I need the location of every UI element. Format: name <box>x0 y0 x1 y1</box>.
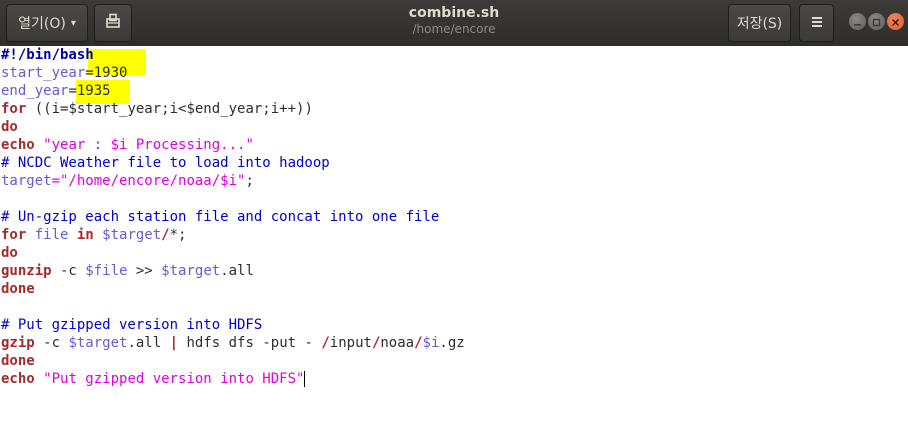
minimize-button[interactable] <box>849 13 866 30</box>
keyword: echo <box>1 137 35 153</box>
keyword: echo <box>1 371 35 387</box>
menu-button[interactable] <box>799 4 834 42</box>
text: .all <box>127 335 170 351</box>
code-line-7: # NCDC Weather file to load into hadoop <box>0 154 465 172</box>
string: ="/home/encore/noaa/$i" <box>51 173 246 189</box>
pin-button[interactable] <box>94 4 132 42</box>
loop-expression: ((i=$start_year;i<$end_year;i++)) <box>26 101 313 117</box>
assignment: =1930 <box>85 65 128 81</box>
variable: $target <box>93 227 162 243</box>
code-line-16: # Put gzipped version into HDFS <box>0 316 465 334</box>
text: input <box>329 335 372 351</box>
code-line-13: gunzip -c $file >> $target.all <box>0 262 465 280</box>
shebang: #!/bin/bash <box>1 47 94 63</box>
open-button-label: 열기(O) <box>18 16 66 32</box>
code-line-3: end_year=1935 <box>0 82 465 100</box>
keyword: in <box>76 227 94 243</box>
window-title-area: combine.sh /home/encore <box>300 5 608 37</box>
title-bar: 열기(O) ▾ combine.sh /home/encore 저장(S) <box>0 0 908 46</box>
code-line-19: echo "Put gzipped version into HDFS" <box>0 370 465 388</box>
variable: start_year <box>1 65 86 81</box>
string: "Put gzipped version into HDFS" <box>43 371 305 387</box>
keyword: gunzip <box>1 263 52 279</box>
path-separator: / <box>321 335 330 351</box>
semicolon: ; <box>245 173 254 189</box>
code-line-10: # Un-gzip each station file and concat i… <box>0 208 465 226</box>
text: .all <box>220 263 254 279</box>
code-line-17: gzip -c $target.all | hdfs dfs -put - /i… <box>0 334 465 352</box>
pipe: | <box>169 335 179 351</box>
variable: end_year <box>1 83 69 99</box>
text: >> <box>127 263 162 279</box>
comment: # NCDC Weather file to load into hadoop <box>1 155 330 171</box>
code-content: #!/bin/bash start_year=1930 end_year=193… <box>0 46 465 388</box>
string: "year : $i Processing..." <box>43 137 254 153</box>
code-line-8: target="/home/encore/noaa/$i"; <box>0 172 465 190</box>
path-separator: / <box>161 227 170 243</box>
code-line-11: for file in $target/*; <box>0 226 465 244</box>
maximize-icon <box>872 12 881 31</box>
comment: # Un-gzip each station file and concat i… <box>1 209 440 225</box>
code-line-14: done <box>0 280 465 298</box>
code-line-5: do <box>0 118 465 136</box>
variable: $file <box>85 263 128 279</box>
text: noaa <box>380 335 415 351</box>
code-line-6: echo "year : $i Processing..." <box>0 136 465 154</box>
open-button[interactable]: 열기(O) ▾ <box>6 4 88 42</box>
code-line-1: #!/bin/bash <box>0 46 465 64</box>
chevron-down-icon: ▾ <box>70 17 76 29</box>
text-editor[interactable]: #!/bin/bash start_year=1930 end_year=193… <box>0 46 908 424</box>
variable: $i <box>422 335 440 351</box>
text: .gz <box>439 335 465 351</box>
code-line-4: for ((i=$start_year;i<$end_year;i++)) <box>0 100 465 118</box>
keyword: do <box>1 245 18 261</box>
glob: *; <box>169 227 187 243</box>
text: -c <box>51 263 86 279</box>
variable: target <box>1 173 52 189</box>
keyword: for <box>1 227 27 243</box>
comment: # Put gzipped version into HDFS <box>1 317 263 333</box>
window-subtitle: /home/encore <box>412 22 496 36</box>
close-icon <box>891 12 900 31</box>
keyword: gzip <box>1 335 35 351</box>
keyword: done <box>1 353 35 369</box>
hamburger-menu-icon <box>810 14 824 33</box>
save-button-label: 저장(S) <box>736 16 783 32</box>
pin-to-panel-icon <box>105 13 121 33</box>
text-cursor <box>304 371 306 387</box>
text: -c <box>34 335 69 351</box>
code-line-12: do <box>0 244 465 262</box>
minimize-icon <box>853 12 862 31</box>
keyword: done <box>1 281 35 297</box>
variable: file <box>26 227 77 243</box>
maximize-button[interactable] <box>868 13 885 30</box>
keyword: do <box>1 119 18 135</box>
assignment: =1935 <box>68 83 111 99</box>
keyword: for <box>1 101 27 117</box>
save-button[interactable]: 저장(S) <box>728 4 791 42</box>
code-line-18: done <box>0 352 465 370</box>
path-separator: / <box>414 335 423 351</box>
text: hdfs dfs -put - <box>178 335 322 351</box>
window-title: combine.sh <box>408 5 500 21</box>
variable: $target <box>161 263 221 279</box>
close-button[interactable] <box>887 13 904 30</box>
code-line-2: start_year=1930 <box>0 64 465 82</box>
variable: $target <box>68 335 128 351</box>
